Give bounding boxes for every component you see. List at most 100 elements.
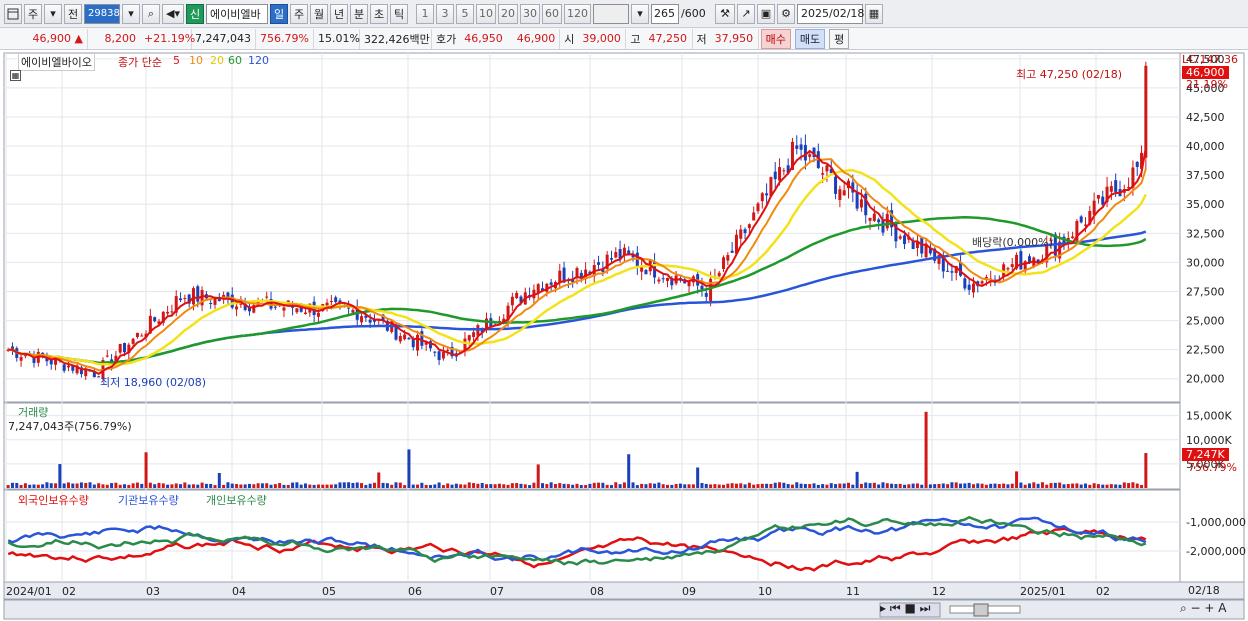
candle-body: [407, 338, 411, 340]
period-minute[interactable]: 분: [350, 3, 368, 24]
stock-name-field[interactable]: 에이비엘바: [206, 3, 268, 24]
candle-body: [325, 302, 329, 306]
ju-button[interactable]: 주: [24, 3, 42, 24]
volume-bar: [872, 482, 876, 488]
count-input[interactable]: 265: [651, 3, 679, 24]
volume-bar: [476, 483, 480, 488]
volume-bar: [338, 482, 342, 488]
stock-code-input[interactable]: 298380: [84, 3, 126, 24]
volume-bar: [859, 483, 863, 488]
candle-body: [209, 302, 213, 304]
volume-bar: [558, 483, 562, 488]
buy-button[interactable]: 매수: [760, 28, 791, 49]
interval-10[interactable]: 10: [476, 3, 496, 24]
volume-bar: [1075, 483, 1079, 488]
low-price: 37,950: [711, 28, 759, 49]
interval-dropdown-icon[interactable]: ▾: [631, 3, 649, 24]
chart-icon[interactable]: ↗: [737, 3, 755, 24]
volume-bar: [1122, 482, 1126, 488]
volume-bar: [997, 484, 1001, 488]
candle-body: [747, 224, 751, 229]
volume-bar: [19, 485, 23, 488]
candle-body: [416, 334, 420, 351]
calc-icon[interactable]: ▦: [10, 70, 21, 81]
ma60-label: 60: [228, 54, 242, 67]
volume-tick-label: 10,000K: [1186, 434, 1232, 447]
volume-bar: [1140, 485, 1144, 488]
zoom-controls[interactable]: ⌕ − + A: [1180, 601, 1226, 616]
volume-bar: [881, 482, 885, 488]
tool-icon[interactable]: ⚒: [715, 3, 735, 24]
candle-body: [196, 286, 200, 302]
volume-bar: [497, 483, 501, 488]
interval-30[interactable]: 30: [520, 3, 540, 24]
volume-last-tag: 7,247K: [1182, 448, 1229, 461]
eval-button[interactable]: 평: [829, 28, 850, 49]
volume-bar: [467, 482, 471, 488]
search-icon[interactable]: ⌕: [142, 3, 160, 24]
volume-bar: [747, 482, 751, 488]
high-annotation: 최고 47,250 (02/18): [1016, 68, 1123, 81]
volume-bar: [459, 484, 463, 488]
dropdown-icon[interactable]: ▾: [122, 3, 140, 24]
volume-bar: [23, 483, 27, 488]
calendar-icon[interactable]: ▦: [865, 3, 883, 24]
nav-controls[interactable]: ▸ ⏮ ■ ⏭: [880, 601, 930, 616]
period-year[interactable]: 년: [330, 3, 348, 24]
volume-bar: [321, 484, 325, 488]
candle-body: [62, 364, 66, 371]
jeon-button[interactable]: 전: [64, 3, 82, 24]
volume-bar: [36, 484, 40, 488]
volume-bar: [1002, 483, 1006, 488]
candle-body: [739, 229, 743, 239]
period-month[interactable]: 월: [310, 3, 328, 24]
volume-bar: [678, 483, 682, 488]
period-week[interactable]: 주: [290, 3, 308, 24]
period-second[interactable]: 초: [370, 3, 388, 24]
interval-5[interactable]: 5: [456, 3, 474, 24]
volume-bar: [575, 483, 579, 488]
period-day[interactable]: 일: [270, 3, 288, 24]
volume-bar: [821, 484, 825, 488]
volume-bar: [312, 484, 316, 488]
candle-body: [963, 278, 967, 289]
volume-bar: [773, 482, 777, 488]
interval-3[interactable]: 3: [436, 3, 454, 24]
ma5-label: 5: [173, 54, 180, 67]
interval-custom-input[interactable]: [593, 3, 629, 24]
volume-bar: [523, 484, 527, 488]
candle-body: [1010, 264, 1014, 268]
high-price: 47,250: [645, 28, 693, 49]
date-input[interactable]: 2025/02/18: [797, 3, 864, 24]
volume-bar: [609, 485, 613, 488]
interval-120[interactable]: 120: [564, 3, 591, 24]
candle-body: [661, 278, 665, 280]
chart-area: 47,500 45,000 42,500 40,000 37,500 35,000 32,5…: [0, 50, 1248, 621]
save-icon[interactable]: ▣: [757, 3, 775, 24]
speaker-icon[interactable]: ◀▾: [162, 3, 184, 24]
volume-bar: [441, 485, 445, 488]
interval-60[interactable]: 60: [542, 3, 562, 24]
candle-body: [778, 167, 782, 181]
volume-bar: [765, 483, 769, 488]
interval-20[interactable]: 20: [498, 3, 518, 24]
candle-body: [773, 171, 777, 180]
layout-icon[interactable]: [4, 3, 22, 24]
sell-button[interactable]: 매도: [794, 28, 826, 49]
volume-ratio: 756.79%: [256, 28, 314, 49]
interval-1[interactable]: 1: [416, 3, 434, 24]
legend-foreign: 외국인보유수량: [18, 494, 89, 507]
volume-bar: [631, 482, 635, 488]
stock-chart-svg[interactable]: 47,50045,00042,50040,00037,50035,00032,5…: [0, 50, 1248, 621]
period-tick[interactable]: 틱: [390, 3, 408, 24]
volume-bar: [398, 482, 402, 488]
candle-body: [105, 355, 109, 357]
gear-icon[interactable]: ⚙: [777, 3, 795, 24]
volume-bar: [868, 483, 872, 488]
candle-body: [472, 332, 476, 337]
volume-bar: [726, 483, 730, 488]
chevron-down-icon[interactable]: ▾: [44, 3, 62, 24]
volume-bar: [545, 484, 549, 488]
turnover-rate: 15.01%: [314, 28, 360, 49]
volume-bar: [286, 484, 290, 488]
